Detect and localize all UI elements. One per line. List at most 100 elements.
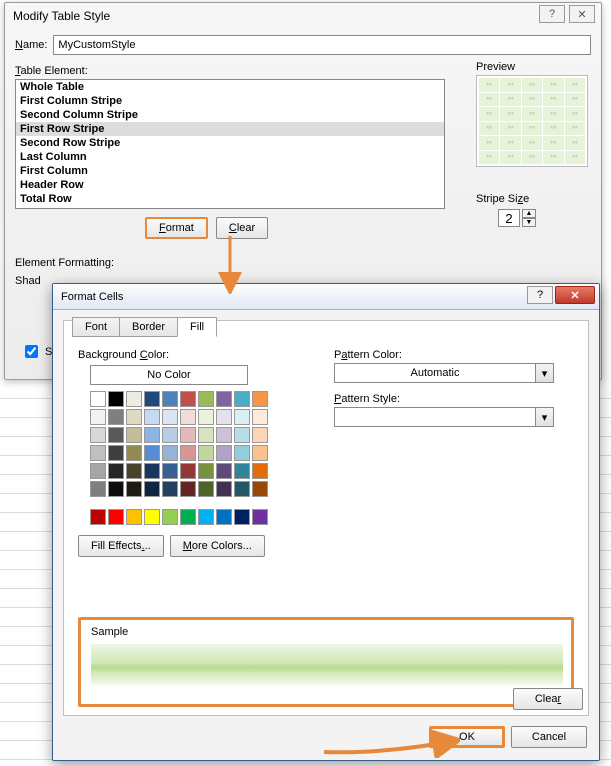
color-swatch[interactable] <box>126 481 142 497</box>
color-swatch[interactable] <box>126 463 142 479</box>
color-swatch[interactable] <box>144 409 160 425</box>
color-swatch[interactable] <box>252 481 268 497</box>
color-swatch[interactable] <box>180 409 196 425</box>
close-icon[interactable]: ✕ <box>555 286 595 304</box>
clear-button[interactable]: Clear <box>513 688 583 710</box>
color-swatch[interactable] <box>144 445 160 461</box>
stripe-up-icon[interactable]: ▲ <box>522 209 536 218</box>
color-swatch[interactable] <box>216 463 232 479</box>
color-swatch[interactable] <box>144 509 160 525</box>
color-swatch[interactable] <box>198 427 214 443</box>
color-swatch[interactable] <box>90 409 106 425</box>
color-swatch[interactable] <box>234 427 250 443</box>
clear-element-button[interactable]: Clear <box>216 217 268 239</box>
table-element-item[interactable]: First Column Stripe <box>16 94 444 108</box>
color-swatch[interactable] <box>126 391 142 407</box>
color-swatch[interactable] <box>198 463 214 479</box>
color-swatch[interactable] <box>126 409 142 425</box>
color-swatch[interactable] <box>180 463 196 479</box>
color-swatch[interactable] <box>144 427 160 443</box>
help-icon[interactable]: ? <box>527 286 553 304</box>
color-swatch[interactable] <box>216 409 232 425</box>
color-swatch[interactable] <box>216 481 232 497</box>
color-swatch[interactable] <box>234 445 250 461</box>
color-swatch[interactable] <box>180 509 196 525</box>
stripe-down-icon[interactable]: ▼ <box>522 218 536 227</box>
table-element-item[interactable]: Whole Table <box>16 80 444 94</box>
ok-button[interactable]: OK <box>429 726 505 748</box>
color-swatch[interactable] <box>108 509 124 525</box>
color-swatch[interactable] <box>90 427 106 443</box>
color-swatch[interactable] <box>180 445 196 461</box>
table-element-item[interactable]: Header Row <box>16 178 444 192</box>
color-swatch[interactable] <box>108 481 124 497</box>
chevron-down-icon[interactable]: ▾ <box>536 363 554 383</box>
color-swatch[interactable] <box>216 427 232 443</box>
color-swatch[interactable] <box>162 445 178 461</box>
color-swatch[interactable] <box>144 391 160 407</box>
color-swatch[interactable] <box>234 409 250 425</box>
color-swatch[interactable] <box>252 427 268 443</box>
name-input[interactable] <box>53 35 591 55</box>
color-swatch[interactable] <box>90 445 106 461</box>
color-swatch[interactable] <box>252 391 268 407</box>
color-swatch[interactable] <box>108 391 124 407</box>
color-swatch[interactable] <box>216 391 232 407</box>
cancel-button[interactable]: Cancel <box>511 726 587 748</box>
close-icon[interactable]: ✕ <box>569 5 595 23</box>
color-swatch[interactable] <box>180 391 196 407</box>
pattern-color-combo[interactable]: Automatic <box>334 363 536 383</box>
color-swatch[interactable] <box>180 427 196 443</box>
color-swatch[interactable] <box>216 445 232 461</box>
color-swatch[interactable] <box>90 481 106 497</box>
color-swatch[interactable] <box>108 427 124 443</box>
table-element-list[interactable]: Whole TableFirst Column StripeSecond Col… <box>15 79 445 209</box>
no-color-button[interactable]: No Color <box>90 365 248 385</box>
color-swatch[interactable] <box>162 427 178 443</box>
color-swatch[interactable] <box>162 481 178 497</box>
stripe-size-input[interactable] <box>498 209 520 227</box>
color-swatch[interactable] <box>90 391 106 407</box>
color-swatch[interactable] <box>252 509 268 525</box>
color-swatch[interactable] <box>144 481 160 497</box>
color-swatch[interactable] <box>198 509 214 525</box>
format-button[interactable]: Format <box>145 217 208 239</box>
tab-font[interactable]: Font <box>72 317 120 337</box>
tab-fill[interactable]: Fill <box>177 317 217 337</box>
color-swatch[interactable] <box>162 463 178 479</box>
color-swatch[interactable] <box>198 409 214 425</box>
help-icon[interactable]: ? <box>539 5 565 23</box>
color-swatch[interactable] <box>90 509 106 525</box>
color-swatch[interactable] <box>252 463 268 479</box>
color-swatch[interactable] <box>234 463 250 479</box>
chevron-down-icon[interactable]: ▾ <box>536 407 554 427</box>
color-swatch[interactable] <box>90 463 106 479</box>
color-swatch[interactable] <box>108 409 124 425</box>
color-swatch[interactable] <box>108 463 124 479</box>
color-swatch[interactable] <box>162 509 178 525</box>
color-swatch[interactable] <box>126 445 142 461</box>
table-element-item[interactable]: First Column <box>16 164 444 178</box>
color-swatch[interactable] <box>252 445 268 461</box>
color-swatch[interactable] <box>180 481 196 497</box>
pattern-style-combo[interactable] <box>334 407 536 427</box>
color-swatch[interactable] <box>198 481 214 497</box>
set-default-checkbox[interactable] <box>25 345 38 358</box>
fill-effects-button[interactable]: Fill Effects... <box>78 535 164 557</box>
color-swatch[interactable] <box>126 427 142 443</box>
color-swatch[interactable] <box>126 509 142 525</box>
color-swatch[interactable] <box>162 409 178 425</box>
color-swatch[interactable] <box>252 409 268 425</box>
more-colors-button[interactable]: More Colors... <box>170 535 265 557</box>
table-element-item[interactable]: Last Column <box>16 150 444 164</box>
color-swatch[interactable] <box>162 391 178 407</box>
color-swatch[interactable] <box>234 391 250 407</box>
table-element-item[interactable]: Second Column Stripe <box>16 108 444 122</box>
color-swatch[interactable] <box>234 481 250 497</box>
tab-border[interactable]: Border <box>119 317 178 337</box>
table-element-item[interactable]: First Row Stripe <box>16 122 444 136</box>
table-element-item[interactable]: Total Row <box>16 192 444 206</box>
color-swatch[interactable] <box>216 509 232 525</box>
color-swatch[interactable] <box>198 391 214 407</box>
color-swatch[interactable] <box>198 445 214 461</box>
